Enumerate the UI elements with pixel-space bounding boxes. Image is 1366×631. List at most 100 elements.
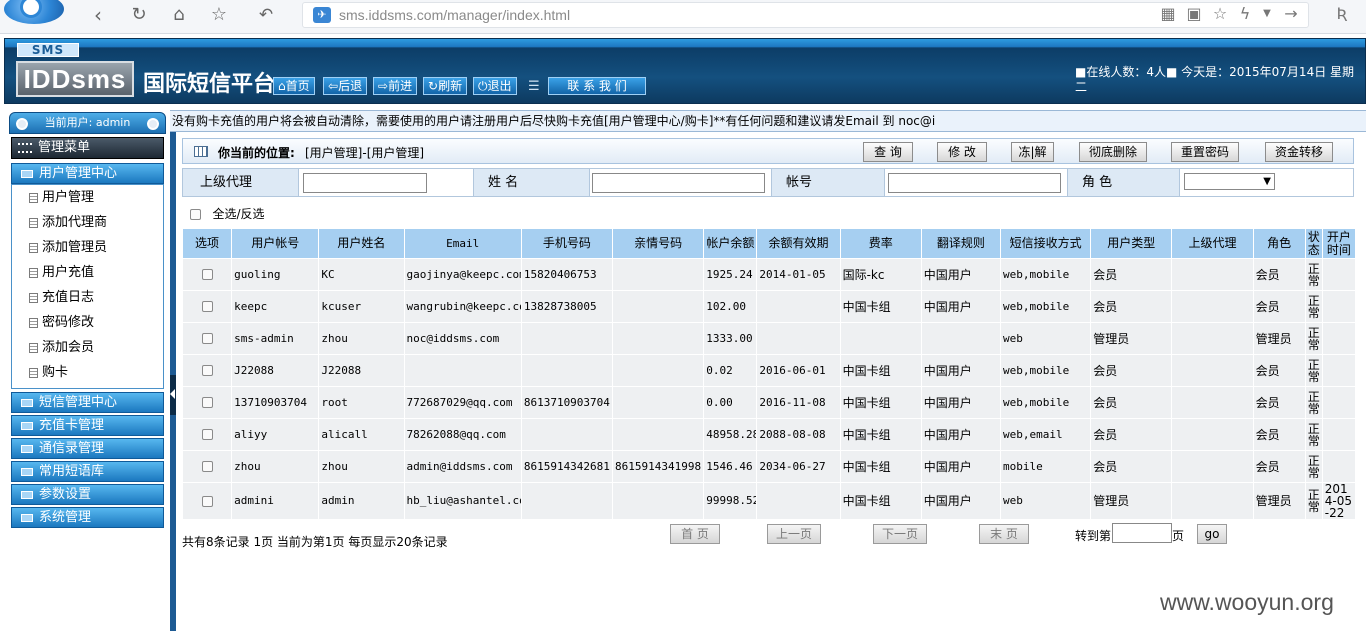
dropdown-icon[interactable]: ▼ [1257, 8, 1277, 19]
account-input[interactable] [888, 173, 1061, 193]
table-cell: 中国用户 [921, 483, 1000, 519]
col-header: 用户类型 [1091, 229, 1172, 258]
qr-icon[interactable]: ▦ [1158, 4, 1178, 23]
nav-logout-button[interactable]: ⏻退出 [473, 77, 517, 95]
row-checkbox-cell[interactable] [183, 291, 232, 322]
collapse-sidebar-icon[interactable] [170, 375, 176, 415]
nav-refresh-button[interactable]: ↻刷新 [423, 77, 468, 95]
row-checkbox-cell[interactable] [183, 355, 232, 386]
first-page-button[interactable]: 首 页 [670, 524, 720, 544]
sidebar-group-sms-management[interactable]: 短信管理中心 [11, 392, 164, 413]
goto-page-input[interactable] [1112, 523, 1172, 543]
sidebar-splitter[interactable] [170, 132, 176, 631]
row-checkbox[interactable] [201, 301, 213, 312]
row-checkbox[interactable] [201, 365, 213, 376]
sidebar-group-contacts-management[interactable]: 通信录管理 [11, 438, 164, 459]
nav-forward-button[interactable]: ⇨前进 [373, 77, 418, 95]
sidebar-item-change-password[interactable]: 密码修改 [12, 310, 163, 335]
row-checkbox[interactable] [201, 269, 213, 280]
location-label: 你当前的位置: [218, 146, 295, 160]
back-icon[interactable]: ‹ [86, 3, 110, 27]
sidebar-group-phrase-library[interactable]: 常用短语库 [11, 461, 164, 482]
row-checkbox[interactable] [201, 397, 213, 408]
row-checkbox-cell[interactable] [183, 451, 232, 482]
sidebar-item-add-agent[interactable]: 添加代理商 [12, 210, 163, 235]
table-cell [1172, 451, 1253, 482]
fund-transfer-button[interactable]: 资金转移 [1265, 142, 1333, 162]
table-row[interactable]: 13710903704 root 772687029@qq.com 861371090… [183, 387, 1355, 418]
table-row[interactable]: J22088 J22088 0.02 2016-06-01 中国卡组 中国用户 web,mo… [183, 355, 1355, 386]
col-header: 翻译规则 [921, 229, 1000, 258]
table-cell: 会员 [1091, 419, 1172, 450]
row-checkbox[interactable] [201, 429, 213, 440]
nav-home-button[interactable]: ⌂首页 [273, 77, 315, 95]
row-checkbox-cell[interactable] [183, 323, 232, 354]
sidebar-item-recharge-log[interactable]: 充值日志 [12, 285, 163, 310]
table-row[interactable]: keepc kcuser wangrubin@keepc.com 1382873800… [183, 291, 1355, 322]
table-cell: 0.00 [704, 387, 757, 418]
folder-icon [21, 514, 33, 522]
table-cell: J22088 [319, 355, 404, 386]
table-cell [1322, 259, 1355, 290]
sidebar-item-add-member[interactable]: 添加会员 [12, 335, 163, 360]
table-cell [1172, 483, 1253, 519]
reader-icon[interactable]: ▣ [1184, 4, 1204, 23]
row-checkbox-cell[interactable] [183, 483, 232, 519]
forward-icon[interactable]: → [1281, 4, 1301, 23]
freeze-unfreeze-button[interactable]: 冻|解 [1011, 142, 1054, 162]
sidebar-group-system-management[interactable]: 系统管理 [11, 507, 164, 528]
row-checkbox[interactable] [201, 461, 213, 472]
table-cell: 中国卡组 [840, 451, 921, 482]
table-cell: 中国用户 [921, 451, 1000, 482]
extension-icon[interactable]: Ʀ [1332, 4, 1352, 23]
flash-icon[interactable]: ϟ [1235, 4, 1255, 23]
last-page-button[interactable]: 末 页 [979, 524, 1029, 544]
sidebar-group-parameter-settings[interactable]: 参数设置 [11, 484, 164, 505]
name-input[interactable] [592, 173, 765, 193]
table-cell: 会员 [1091, 259, 1172, 290]
table-row[interactable]: zhou zhou admin@iddsms.com 8615914342681 861… [183, 451, 1355, 482]
sidebar-group-card-management[interactable]: 充值卡管理 [11, 415, 164, 436]
favorite-icon[interactable]: ☆ [1210, 4, 1230, 23]
reload-icon[interactable]: ↻ [127, 3, 151, 27]
sidebar-item-user-recharge[interactable]: 用户充值 [12, 260, 163, 285]
parent-agent-input[interactable] [303, 173, 427, 193]
sidebar-item-user-management[interactable]: 用户管理 [12, 185, 163, 210]
row-checkbox-cell[interactable] [183, 387, 232, 418]
sidebar-group-user-management[interactable]: 用户管理中心 [11, 163, 164, 184]
select-all-checkbox[interactable] [190, 209, 201, 220]
address-url[interactable]: sms.iddsms.com/manager/index.html [339, 7, 570, 23]
contact-us-button[interactable]: 联 系 我 们 [548, 77, 646, 95]
go-button[interactable]: go [1197, 524, 1227, 544]
table-cell: 中国用户 [921, 259, 1000, 290]
table-row[interactable]: admini admin hb_liu@ashantel.com 99998.52 中国… [183, 483, 1355, 519]
current-user-bar: 当前用户: admin [9, 112, 166, 134]
table-row[interactable]: sms-admin zhou noc@iddsms.com 1333.00 web 管理员… [183, 323, 1355, 354]
table-cell: 1925.24 [704, 259, 757, 290]
table-row[interactable]: aliyy alicall 78262088@qq.com 48958.28 2088-… [183, 419, 1355, 450]
home-icon[interactable]: ⌂ [167, 3, 191, 27]
table-cell: keepc [232, 291, 319, 322]
query-button[interactable]: 查 询 [863, 142, 913, 162]
prev-page-button[interactable]: 上一页 [767, 524, 821, 544]
row-checkbox-cell[interactable] [183, 259, 232, 290]
nav-back-button[interactable]: ⇦后退 [323, 77, 368, 95]
reset-password-button[interactable]: 重置密码 [1171, 142, 1239, 162]
role-select[interactable] [1184, 173, 1275, 190]
undo-icon[interactable]: ↶ [254, 3, 278, 27]
star-icon[interactable]: ☆ [207, 3, 231, 27]
col-header: 短信接收方式 [1000, 229, 1091, 258]
sidebar-item-add-admin[interactable]: 添加管理员 [12, 235, 163, 260]
row-checkbox[interactable] [201, 333, 213, 344]
next-page-button[interactable]: 下一页 [873, 524, 927, 544]
delete-permanently-button[interactable]: 彻底删除 [1079, 142, 1147, 162]
sidebar-item-buy-card[interactable]: 购卡 [12, 360, 163, 385]
edit-button[interactable]: 修 改 [937, 142, 987, 162]
select-all[interactable]: 全选/反选 [190, 205, 265, 222]
table-cell: 会员 [1091, 451, 1172, 482]
col-header: 用户帐号 [232, 229, 319, 258]
table-row[interactable]: guoling KC gaojinya@keepc.com 15820406753 19… [183, 259, 1355, 290]
row-checkbox-cell[interactable] [183, 419, 232, 450]
row-checkbox[interactable] [201, 495, 213, 507]
table-cell [840, 323, 921, 354]
